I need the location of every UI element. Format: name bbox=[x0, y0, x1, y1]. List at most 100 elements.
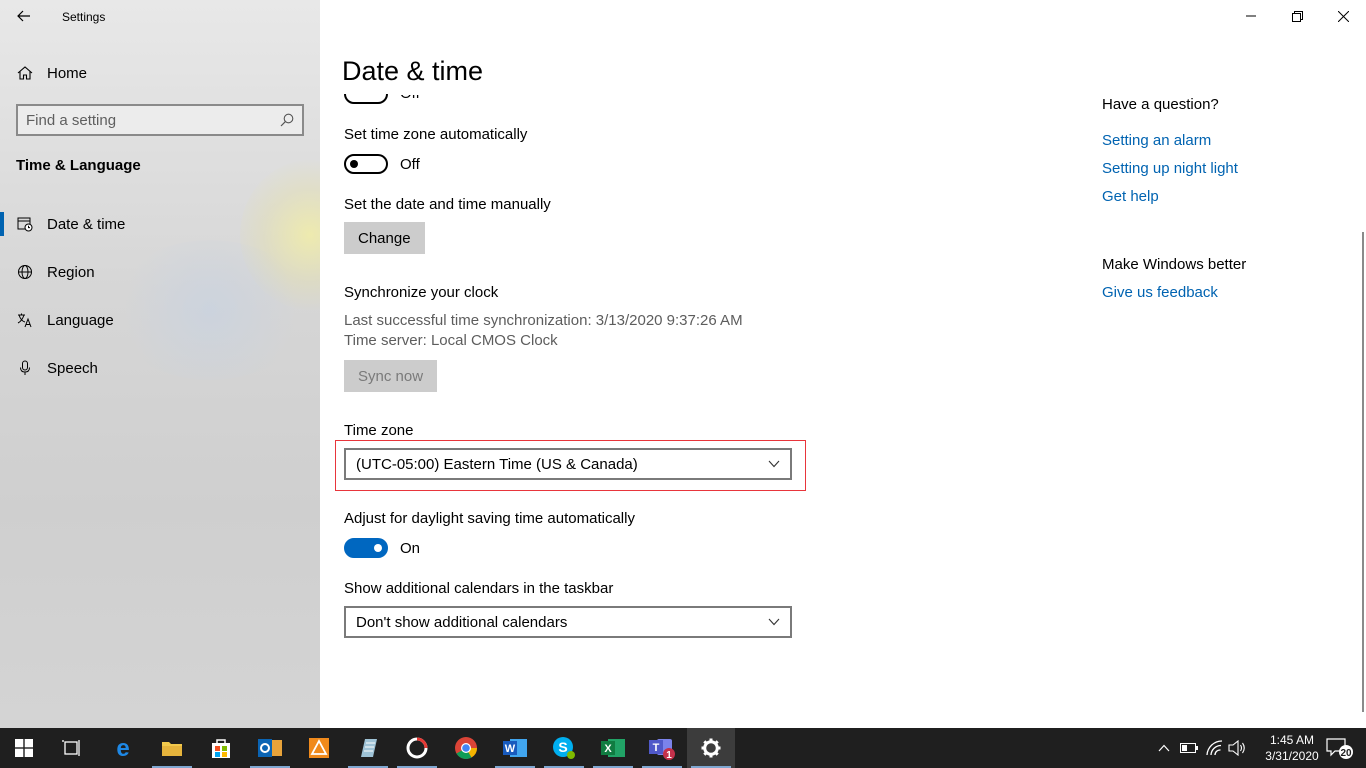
change-button[interactable]: Change bbox=[344, 222, 425, 254]
taskbar-app-notes[interactable] bbox=[344, 728, 392, 768]
timezone-dropdown[interactable]: (UTC-05:00) Eastern Time (US & Canada) bbox=[344, 448, 792, 480]
set-timezone-auto-toggle[interactable] bbox=[344, 154, 388, 174]
minimize-button[interactable] bbox=[1228, 0, 1274, 32]
sidebar-item-label: Region bbox=[47, 264, 95, 281]
dst-state: On bbox=[400, 540, 421, 557]
sidebar-item-region[interactable]: Region bbox=[0, 252, 320, 292]
taskbar-chrome[interactable] bbox=[442, 728, 490, 768]
skype-icon: S bbox=[553, 737, 575, 759]
svg-text:S: S bbox=[558, 739, 567, 755]
chevron-up-icon bbox=[1158, 744, 1170, 752]
title-bar-left: Settings bbox=[0, 0, 320, 32]
restore-button[interactable] bbox=[1274, 0, 1320, 32]
sidebar-item-date-time[interactable]: Date & time bbox=[0, 204, 320, 244]
sidebar-item-speech[interactable]: Speech bbox=[0, 348, 320, 388]
partial-toggle[interactable] bbox=[344, 94, 388, 104]
link-give-feedback[interactable]: Give us feedback bbox=[1102, 284, 1218, 301]
time-server-text: Time server: Local CMOS Clock bbox=[344, 332, 558, 349]
taskbar-skype[interactable]: S bbox=[540, 728, 588, 768]
notification-count: 20 bbox=[1340, 748, 1352, 759]
taskbar-file-explorer[interactable] bbox=[148, 728, 196, 768]
calendars-value: Don't show additional calendars bbox=[356, 614, 568, 631]
last-sync-text: Last successful time synchronization: 3/… bbox=[344, 312, 743, 329]
volume-button[interactable] bbox=[1226, 728, 1248, 768]
help-heading: Have a question? bbox=[1102, 96, 1219, 113]
calendars-dropdown[interactable]: Don't show additional calendars bbox=[344, 606, 792, 638]
sidebar-item-language[interactable]: Language bbox=[0, 300, 320, 340]
action-center-button[interactable]: 20 bbox=[1320, 728, 1360, 768]
set-manual-label: Set the date and time manually bbox=[344, 196, 551, 213]
dst-label: Adjust for daylight saving time automati… bbox=[344, 510, 635, 527]
toggle-knob bbox=[350, 160, 358, 168]
page-title: Date & time bbox=[342, 56, 484, 86]
sync-now-button[interactable]: Sync now bbox=[344, 360, 438, 392]
taskbar-settings[interactable] bbox=[687, 728, 735, 768]
excel-icon: X bbox=[601, 739, 625, 757]
chrome-icon bbox=[455, 737, 477, 759]
sidebar-item-label: Home bbox=[47, 65, 88, 82]
svg-text:W: W bbox=[505, 743, 516, 755]
taskbar-outlook[interactable] bbox=[246, 728, 294, 768]
taskbar-app-circle[interactable] bbox=[393, 728, 441, 768]
start-button[interactable] bbox=[0, 728, 48, 768]
clock-date: 3/31/2020 bbox=[1265, 749, 1319, 763]
calendars-label: Show additional calendars in the taskbar bbox=[344, 580, 614, 597]
svg-text:e: e bbox=[116, 736, 129, 760]
teams-icon: T1 bbox=[649, 739, 675, 761]
sidebar-item-label: Speech bbox=[47, 360, 98, 377]
taskbar-clock[interactable]: 1:45 AM 3/31/2020 bbox=[1254, 732, 1330, 764]
link-get-help[interactable]: Get help bbox=[1102, 188, 1159, 205]
app-title: Settings bbox=[62, 10, 106, 24]
windows-logo-icon bbox=[15, 739, 33, 757]
task-view-button[interactable] bbox=[48, 728, 96, 768]
notes-icon bbox=[361, 739, 377, 757]
edge-icon: e bbox=[116, 736, 129, 760]
battery-button[interactable] bbox=[1178, 728, 1200, 768]
taskbar-app-orange[interactable] bbox=[295, 728, 343, 768]
taskbar-word[interactable]: W bbox=[491, 728, 539, 768]
store-icon bbox=[212, 739, 230, 758]
partial-toggle-state: Off bbox=[400, 85, 420, 102]
task-view-icon bbox=[62, 740, 80, 756]
clock-calendar-icon bbox=[17, 217, 33, 232]
globe-icon bbox=[18, 265, 32, 279]
search-icon[interactable] bbox=[280, 113, 294, 127]
timezone-label: Time zone bbox=[344, 422, 414, 439]
minimize-icon bbox=[1246, 15, 1256, 17]
notification-icon: 20 bbox=[1326, 738, 1353, 759]
speaker-icon bbox=[1228, 740, 1245, 756]
close-button[interactable] bbox=[1320, 0, 1366, 32]
taskbar-store[interactable] bbox=[197, 728, 245, 768]
link-night-light[interactable]: Setting up night light bbox=[1102, 160, 1238, 177]
folder-icon bbox=[162, 742, 182, 756]
taskbar: e W S X T1 1:45 AM 3/31/2020 20 bbox=[0, 728, 1366, 768]
wifi-icon bbox=[1206, 740, 1223, 756]
scrollbar[interactable] bbox=[1362, 232, 1364, 712]
search-input[interactable] bbox=[26, 111, 276, 129]
chevron-down-icon bbox=[768, 460, 780, 468]
network-button[interactable] bbox=[1203, 728, 1225, 768]
section-heading: Time & Language bbox=[16, 157, 141, 174]
sidebar: Settings Home Time & Language Date & tim… bbox=[0, 0, 320, 728]
taskbar-excel[interactable]: X bbox=[589, 728, 637, 768]
sync-heading: Synchronize your clock bbox=[344, 284, 499, 301]
feedback-heading: Make Windows better bbox=[1102, 256, 1247, 273]
search-box[interactable] bbox=[16, 104, 304, 136]
taskbar-teams[interactable]: T1 bbox=[638, 728, 686, 768]
sidebar-item-home[interactable]: Home bbox=[0, 56, 320, 90]
back-button[interactable] bbox=[8, 2, 40, 30]
svg-text:X: X bbox=[604, 743, 612, 755]
set-timezone-auto-state: Off bbox=[400, 156, 420, 173]
timezone-value: (UTC-05:00) Eastern Time (US & Canada) bbox=[356, 456, 638, 473]
taskbar-edge[interactable]: e bbox=[99, 728, 147, 768]
toggle-knob bbox=[374, 544, 382, 552]
sidebar-item-label: Date & time bbox=[47, 216, 126, 233]
dst-toggle[interactable] bbox=[344, 538, 388, 558]
show-hidden-icons-button[interactable] bbox=[1154, 728, 1174, 768]
restore-icon bbox=[1291, 10, 1303, 22]
microphone-icon bbox=[20, 360, 30, 375]
battery-icon bbox=[1180, 743, 1198, 753]
link-setting-alarm[interactable]: Setting an alarm bbox=[1102, 132, 1211, 149]
home-icon bbox=[17, 66, 33, 80]
orange-app-icon bbox=[309, 738, 329, 758]
